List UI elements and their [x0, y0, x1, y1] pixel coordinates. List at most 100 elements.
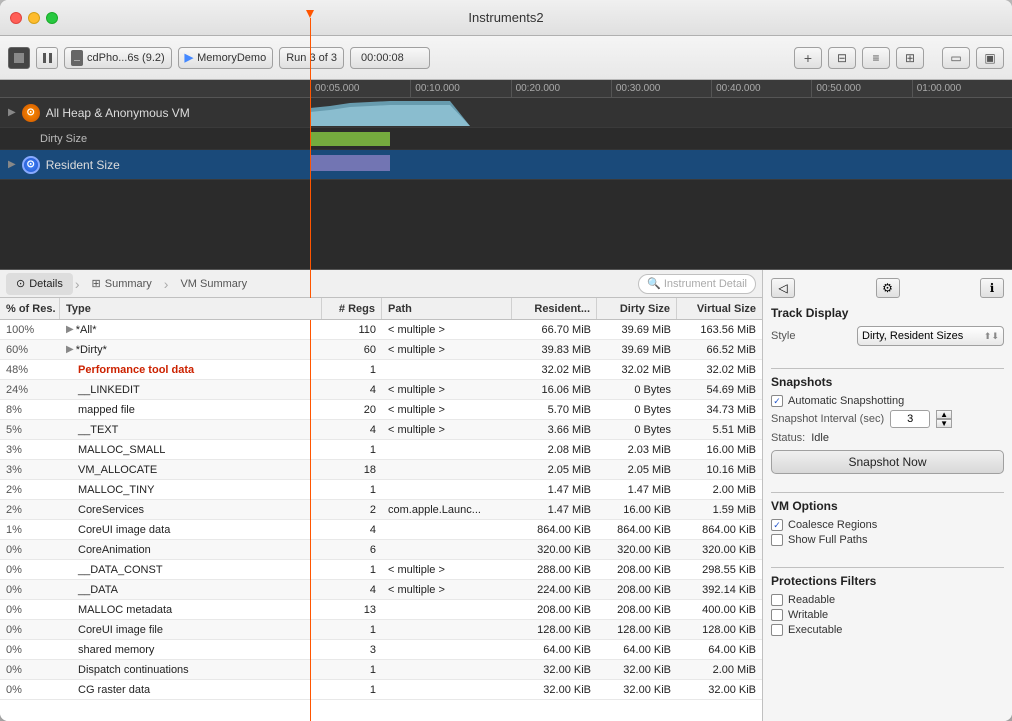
table-row[interactable]: 48% Performance tool data 1 32.02 MiB 32…: [0, 360, 762, 380]
layout-icon-2: ≡: [872, 51, 879, 65]
tab-vm-summary[interactable]: VM Summary: [170, 273, 257, 295]
td-type-value: MALLOC_SMALL: [78, 444, 165, 456]
table-row[interactable]: 0% CoreAnimation 6 320.00 KiB 320.00 KiB…: [0, 540, 762, 560]
table-row[interactable]: 24% __LINKEDIT 4 < multiple > 16.06 MiB …: [0, 380, 762, 400]
track-expand-selected[interactable]: ▶: [8, 159, 16, 170]
track-row-selected[interactable]: ▶ ⊙ Resident Size: [0, 150, 1012, 180]
th-regs[interactable]: # Regs: [322, 298, 382, 319]
th-type[interactable]: Type: [60, 298, 322, 319]
layout-btn-3[interactable]: ⊞: [896, 47, 924, 69]
view-btn-2[interactable]: ▣: [976, 47, 1004, 69]
table-row[interactable]: 0% shared memory 3 64.00 KiB 64.00 KiB 6…: [0, 640, 762, 660]
track-row-heap[interactable]: ▶ ⊙ All Heap & Anonymous VM: [0, 98, 1012, 128]
td-dirty: 1.47 MiB: [597, 484, 677, 496]
pause-button[interactable]: [36, 47, 58, 69]
rp-back-btn[interactable]: ◁: [771, 278, 795, 298]
run-selector[interactable]: Run 3 of 3: [279, 47, 344, 69]
close-button[interactable]: [10, 12, 22, 24]
table-row[interactable]: 3% VM_ALLOCATE 18 2.05 MiB 2.05 MiB 10.1…: [0, 460, 762, 480]
layout-btn-2[interactable]: ≡: [862, 47, 890, 69]
writable-checkbox[interactable]: [771, 609, 783, 621]
td-path: < multiple >: [382, 424, 512, 436]
table-row[interactable]: 0% Dispatch continuations 1 32.00 KiB 32…: [0, 660, 762, 680]
expand-arrow[interactable]: ▶: [66, 324, 74, 335]
track-graph-heap: [310, 98, 1012, 128]
table-row[interactable]: 5% __TEXT 4 < multiple > 3.66 MiB 0 Byte…: [0, 420, 762, 440]
td-virtual: 392.14 KiB: [677, 584, 762, 596]
td-percent: 60%: [0, 344, 60, 356]
add-button[interactable]: +: [794, 47, 822, 69]
table-row[interactable]: 100% ▶ *All* 110 < multiple > 66.70 MiB …: [0, 320, 762, 340]
td-type-value: shared memory: [78, 644, 154, 656]
app-selector[interactable]: ▶ MemoryDemo: [178, 47, 274, 69]
device-selector[interactable]: cdPho...6s (9.2): [64, 47, 172, 69]
maximize-button[interactable]: [46, 12, 58, 24]
td-dirty: 208.00 KiB: [597, 584, 677, 596]
stop-button[interactable]: [8, 47, 30, 69]
table-row[interactable]: 2% MALLOC_TINY 1 1.47 MiB 1.47 MiB 2.00 …: [0, 480, 762, 500]
readable-checkbox[interactable]: [771, 594, 783, 606]
table-row[interactable]: 0% __DATA_CONST 1 < multiple > 288.00 Ki…: [0, 560, 762, 580]
rp-info-btn[interactable]: ℹ: [980, 278, 1004, 298]
executable-checkbox[interactable]: [771, 624, 783, 636]
tab-summary[interactable]: ⊞ Summary: [82, 273, 162, 295]
track-graph-svg: [310, 98, 1012, 128]
table-row[interactable]: 2% CoreServices 2 com.apple.Launc... 1.4…: [0, 500, 762, 520]
interval-up[interactable]: ▲: [936, 410, 952, 419]
full-paths-checkbox[interactable]: [771, 534, 783, 546]
snapshot-now-btn[interactable]: Snapshot Now: [771, 450, 1004, 474]
th-virtual[interactable]: Virtual Size: [677, 298, 762, 319]
expand-arrow[interactable]: ▶: [66, 344, 74, 355]
table-row[interactable]: 0% CoreUI image file 1 128.00 KiB 128.00…: [0, 620, 762, 640]
layout-btn-1[interactable]: ⊟: [828, 47, 856, 69]
tab-details[interactable]: ⊙ Details: [6, 273, 73, 295]
table-row[interactable]: 0% MALLOC metadata 13 208.00 KiB 208.00 …: [0, 600, 762, 620]
table-header: % of Res. ▼ Type # Regs Path Resident...: [0, 298, 762, 320]
track-label-heap: ▶ ⊙ All Heap & Anonymous VM: [0, 104, 310, 122]
sub-track-name-dirty: Dirty Size: [40, 133, 87, 145]
th-percent[interactable]: % of Res. ▼: [0, 298, 60, 319]
table-row[interactable]: 60% ▶ *Dirty* 60 < multiple > 39.83 MiB …: [0, 340, 762, 360]
table-row[interactable]: 8% mapped file 20 < multiple > 5.70 MiB …: [0, 400, 762, 420]
td-dirty: 39.69 MiB: [597, 344, 677, 356]
td-dirty: 32.00 KiB: [597, 664, 677, 676]
auto-snapshot-checkbox[interactable]: [771, 395, 783, 407]
ruler-mark-2: 00:20.000: [511, 80, 611, 98]
table-row[interactable]: 0% __DATA 4 < multiple > 224.00 KiB 208.…: [0, 580, 762, 600]
style-value: Dirty, Resident Sizes: [862, 330, 963, 342]
td-type-value: CoreAnimation: [78, 544, 151, 556]
app-icon: ▶: [185, 51, 193, 64]
interval-input[interactable]: [890, 410, 930, 428]
td-dirty: 64.00 KiB: [597, 644, 677, 656]
td-percent: 24%: [0, 384, 60, 396]
td-resident: 32.00 KiB: [512, 664, 597, 676]
tab-search[interactable]: 🔍 Instrument Detail: [638, 274, 756, 294]
td-dirty: 2.03 MiB: [597, 444, 677, 456]
table-row[interactable]: 1% CoreUI image data 4 864.00 KiB 864.00…: [0, 520, 762, 540]
timeline-ruler: 00:05.000 00:10.000 00:20.000 00:30.000 …: [0, 80, 1012, 98]
td-virtual: 54.69 MiB: [677, 384, 762, 396]
td-regs: 4: [322, 584, 382, 596]
rp-gear-btn[interactable]: ⚙: [876, 278, 900, 298]
table-row[interactable]: 0% CG raster data 1 32.00 KiB 32.00 KiB …: [0, 680, 762, 700]
interval-row: Snapshot Interval (sec) ▲ ▼: [771, 410, 1004, 428]
view-btn-1[interactable]: ▭: [942, 47, 970, 69]
pause-icon: [43, 53, 52, 63]
track-expand-heap[interactable]: ▶: [8, 107, 16, 118]
vm-options-title: VM Options: [771, 499, 1004, 513]
coalesce-checkbox[interactable]: [771, 519, 783, 531]
td-percent: 2%: [0, 484, 60, 496]
interval-down[interactable]: ▼: [936, 419, 952, 428]
th-path[interactable]: Path: [382, 298, 512, 319]
th-dirty[interactable]: Dirty Size: [597, 298, 677, 319]
td-dirty: 16.00 KiB: [597, 504, 677, 516]
th-resident[interactable]: Resident...: [512, 298, 597, 319]
td-resident: 66.70 MiB: [512, 324, 597, 336]
main-window: Instruments2 cdPho...6s (9.2) ▶ MemoryDe…: [0, 0, 1012, 721]
style-select[interactable]: Dirty, Resident Sizes ⬆⬇: [857, 326, 1004, 346]
td-dirty: 208.00 KiB: [597, 564, 677, 576]
td-path: < multiple >: [382, 584, 512, 596]
table-row[interactable]: 3% MALLOC_SMALL 1 2.08 MiB 2.03 MiB 16.0…: [0, 440, 762, 460]
sub-track-graph-resident: [310, 150, 1012, 180]
minimize-button[interactable]: [28, 12, 40, 24]
